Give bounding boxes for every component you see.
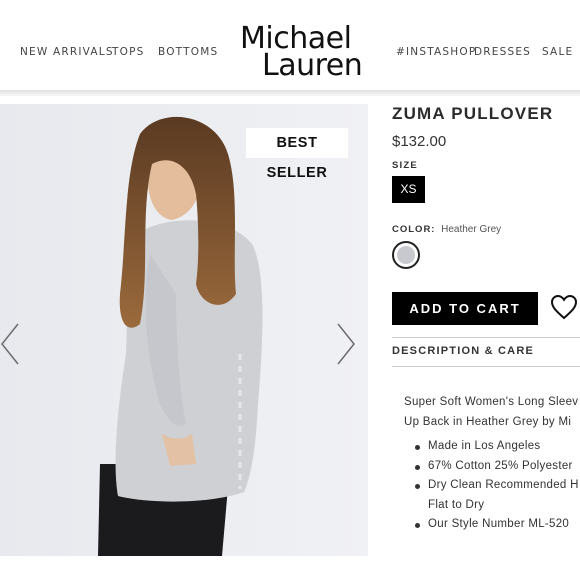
description-text: Super Soft Women's Long Sleev Up Back in… [404, 392, 580, 432]
nav-bottoms[interactable]: BOTTOMS [158, 46, 218, 58]
product-price: $132.00 [392, 133, 447, 150]
header-divider [0, 90, 580, 96]
description-line: Up Back in Heather Grey by Mi [404, 416, 572, 428]
nav-tops[interactable]: TOPS [112, 46, 144, 58]
color-row: COLOR: Heather Grey [392, 224, 501, 235]
heart-icon[interactable] [550, 294, 578, 320]
logo-line-2: Lauren [262, 48, 363, 83]
add-to-cart-button[interactable]: ADD TO CART [392, 292, 538, 325]
list-item: Made in Los Angeles [412, 437, 580, 457]
color-label: COLOR: [392, 224, 436, 235]
product-title: ZUMA PULLOVER [392, 104, 554, 123]
nav-instashop[interactable]: #INSTASHOP [396, 46, 476, 58]
section-divider [392, 337, 580, 338]
color-value: Heather Grey [441, 224, 502, 235]
list-item: 67% Cotton 25% Polyester [412, 457, 580, 477]
list-item: Flat to Dry [428, 498, 485, 511]
site-logo[interactable]: Michael Lauren [240, 22, 385, 83]
chevron-left-icon[interactable] [0, 322, 24, 366]
list-item: Our Style Number ML-520 [412, 515, 580, 535]
color-swatch-heather-grey[interactable] [392, 241, 420, 269]
chevron-right-icon[interactable] [334, 322, 358, 366]
section-divider [392, 366, 580, 367]
size-label: SIZE [392, 160, 418, 171]
size-option-xs[interactable]: XS [392, 176, 425, 203]
nav-new-arrivals[interactable]: NEW ARRIVALS [20, 46, 114, 58]
description-line: Super Soft Women's Long Sleev [404, 396, 579, 408]
nav-sale[interactable]: SALE [542, 46, 573, 58]
swatch-fill [397, 246, 415, 264]
site-header: NEW ARRIVALS TOPS BOTTOMS Michael Lauren… [0, 0, 580, 92]
description-heading[interactable]: DESCRIPTION & CARE [392, 345, 534, 357]
list-item: Dry Clean Recommended H [412, 476, 580, 496]
feature-list: Made in Los Angeles 67% Cotton 25% Polye… [412, 437, 580, 535]
nav-dresses[interactable]: DRESSES [474, 46, 531, 58]
best-seller-badge: BEST SELLER [246, 128, 348, 181]
